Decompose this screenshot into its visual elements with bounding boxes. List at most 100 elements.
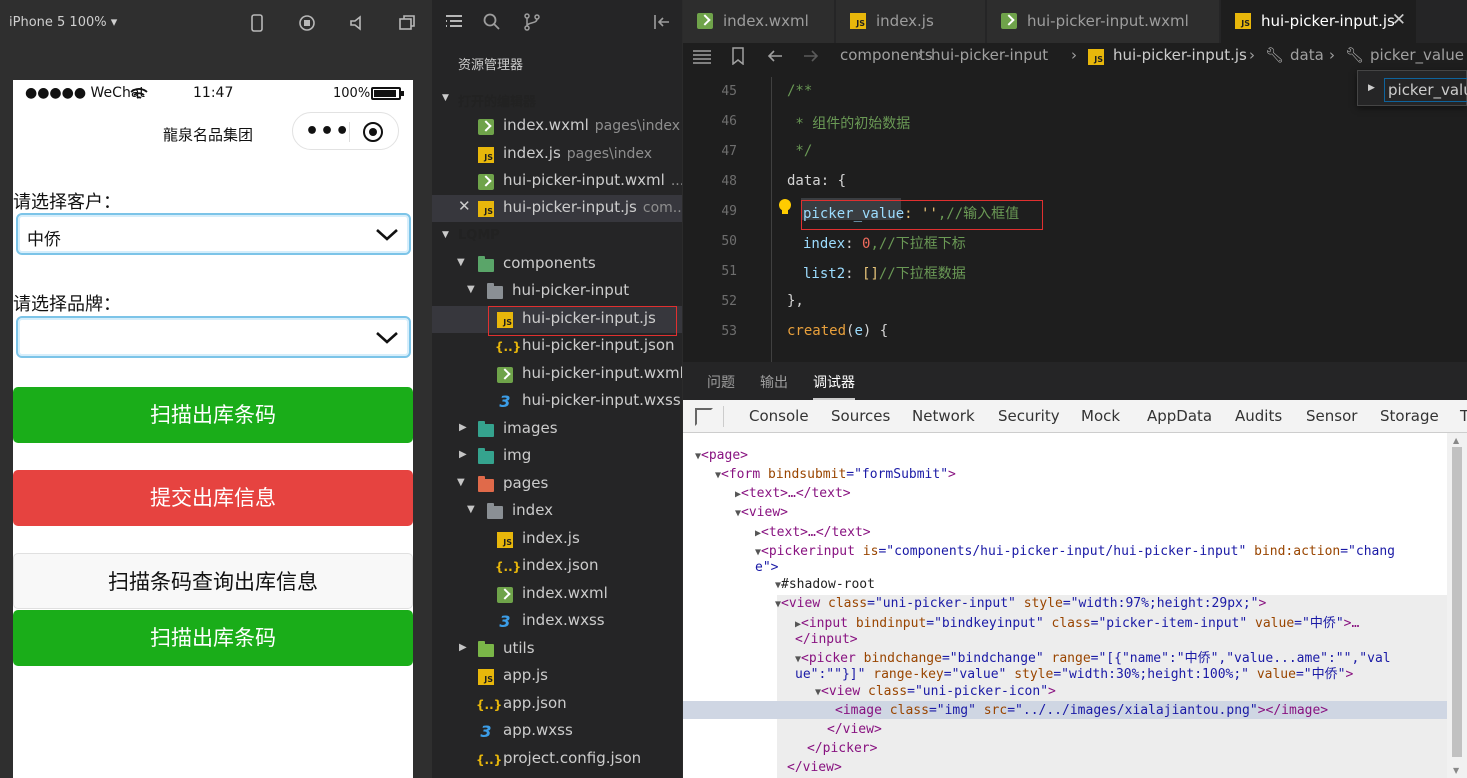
search-icon[interactable]	[482, 12, 502, 32]
lightbulb-icon[interactable]	[778, 199, 792, 217]
dom-node-pickerinput[interactable]: ▼<pickerinput is="components/hui-picker-…	[755, 543, 1395, 560]
inspect-element-icon[interactable]	[695, 408, 713, 426]
tree-folder-components[interactable]: ▼ components	[432, 251, 682, 278]
breadcrumb-item[interactable]: data	[1290, 46, 1324, 64]
collapsed-arrow-icon[interactable]: ▶	[459, 422, 467, 433]
back-arrow-icon[interactable]	[767, 49, 783, 63]
tree-folder-pages[interactable]: ▼ pages	[432, 471, 682, 498]
chevron-down-icon[interactable]	[375, 326, 399, 350]
dom-node-input[interactable]: ▶<input bindinput="bindkeyinput" class="…	[795, 615, 1359, 632]
breadcrumb-item[interactable]: picker_value	[1370, 46, 1464, 64]
expanded-arrow-icon[interactable]: ▼	[467, 504, 475, 515]
tree-folder-utils[interactable]: ▶ utils	[432, 636, 682, 663]
devtools-tab-security[interactable]: Security	[998, 407, 1060, 425]
code-area[interactable]: 45 /** 46 * 组件的初始数据 47 */ 48 data: { 49 …	[683, 77, 1467, 362]
collapse-panel-icon[interactable]	[652, 12, 672, 32]
project-header[interactable]: ▼ LQMP	[432, 223, 682, 249]
devtools-tab-storage[interactable]: Storage	[1380, 407, 1439, 425]
tree-file-index-json[interactable]: {..} index.json	[432, 553, 682, 580]
customer-picker-value[interactable]: 中侨	[27, 225, 61, 250]
scroll-up-icon[interactable]: ▲	[1453, 436, 1459, 445]
files-icon[interactable]	[444, 12, 464, 32]
dropdown-item[interactable]: picker_value	[1384, 78, 1467, 102]
tab-index-js[interactable]: JS index.js	[836, 0, 986, 43]
dom-node-text[interactable]: ▶<text>…</text>	[755, 524, 871, 541]
scan-out-button-2[interactable]: 扫描出库条码	[13, 610, 413, 666]
tree-folder-index[interactable]: ▼ index	[432, 498, 682, 525]
brand-picker[interactable]	[16, 316, 411, 358]
open-editor-item[interactable]: index.wxml pages\index	[432, 113, 682, 140]
devtools-tab-network[interactable]: Network	[912, 407, 975, 425]
tree-file-index-js[interactable]: JS index.js	[432, 526, 682, 553]
tab-output[interactable]: 输出	[760, 372, 788, 392]
devtools-tab-sources[interactable]: Sources	[831, 407, 890, 425]
source-control-icon[interactable]	[522, 12, 542, 32]
detach-window-icon[interactable]	[396, 12, 418, 34]
close-tab-icon[interactable]: ✕	[1392, 10, 1406, 30]
tree-file-hui-picker-input-wxml[interactable]: hui-picker-input.wxml	[432, 361, 682, 388]
open-editor-item[interactable]: hui-picker-input.wxml...	[432, 168, 682, 195]
tree-file-project-config[interactable]: {..} project.config.json	[432, 746, 682, 773]
elements-tree[interactable]: ▼<page> ▼<form bindsubmit="formSubmit"> …	[683, 433, 1447, 778]
chevron-down-icon[interactable]	[375, 223, 399, 247]
close-editor-icon[interactable]: ✕	[458, 197, 471, 215]
dom-node-text[interactable]: ▶<text>…</text>	[735, 485, 851, 502]
tree-file-app-json[interactable]: {..} app.json	[432, 691, 682, 718]
tree-folder-hui-picker-input[interactable]: ▼ hui-picker-input	[432, 278, 682, 305]
tree-file-index-wxss[interactable]: 3 index.wxss	[432, 608, 682, 635]
collapse-arrow-icon[interactable]: ▼	[442, 230, 449, 240]
tab-index-wxml[interactable]: index.wxml	[683, 0, 835, 43]
breadcrumb-item[interactable]: hui-picker-input.js	[1113, 46, 1247, 64]
scan-out-button[interactable]: 扫描出库条码	[13, 387, 413, 443]
tree-file-hui-picker-input-json[interactable]: {..} hui-picker-input.json	[432, 333, 682, 360]
tab-hui-picker-input-wxml[interactable]: hui-picker-input.wxml	[987, 0, 1220, 43]
tab-hui-picker-input-js[interactable]: JS hui-picker-input.js ✕	[1221, 0, 1417, 43]
dom-node-form[interactable]: ▼<form bindsubmit="formSubmit">	[715, 466, 956, 483]
phone-icon[interactable]	[246, 12, 268, 34]
collapse-arrow-icon[interactable]: ▼	[442, 93, 449, 103]
breadcrumb-item[interactable]: hui-picker-input	[931, 46, 1048, 64]
tree-file-hui-picker-input-wxss[interactable]: 3 hui-picker-input.wxss	[432, 388, 682, 415]
dom-node-view[interactable]: ▼<view class="uni-picker-input" style="w…	[775, 595, 1266, 612]
tree-file-app-js[interactable]: JS app.js	[432, 663, 682, 690]
submit-out-button[interactable]: 提交出库信息	[13, 470, 413, 526]
collapsed-arrow-icon[interactable]: ▶	[459, 449, 467, 460]
devtools-tab-more[interactable]: T	[1460, 407, 1467, 425]
dom-node-page[interactable]: ▼<page>	[695, 447, 748, 464]
tree-file-app-wxss[interactable]: 3 app.wxss	[432, 718, 682, 745]
expanded-arrow-icon[interactable]: ▼	[467, 284, 475, 295]
elements-scrollbar[interactable]: ▲ ▼	[1447, 433, 1467, 778]
capsule-menu[interactable]: •••	[292, 112, 399, 150]
record-icon[interactable]	[296, 12, 318, 34]
devtools-tab-mock[interactable]: Mock	[1081, 407, 1120, 425]
forward-arrow-icon[interactable]	[803, 49, 819, 63]
dom-node-view[interactable]: ▼<view class="uni-picker-icon">	[815, 683, 1056, 700]
customer-picker[interactable]: 中侨	[16, 213, 411, 255]
dom-shadow-root[interactable]: ▼#shadow-root	[775, 576, 875, 593]
device-selector[interactable]: iPhone 5 100% ▾	[9, 15, 117, 30]
scroll-down-icon[interactable]: ▼	[1453, 766, 1459, 775]
devtools-tab-sensor[interactable]: Sensor	[1306, 407, 1357, 425]
tab-problems[interactable]: 问题	[707, 372, 735, 392]
dom-node-image[interactable]: <image class="img" src="../../images/xia…	[835, 702, 1328, 719]
expanded-arrow-icon[interactable]: ▼	[457, 477, 465, 488]
dom-node-picker[interactable]: ▼<picker bindchange="bindchange" range="…	[795, 650, 1391, 667]
devtools-tab-console[interactable]: Console	[749, 407, 809, 425]
tree-folder-img[interactable]: ▶ img	[432, 443, 682, 470]
scroll-thumb[interactable]	[1452, 447, 1462, 757]
more-icon[interactable]: •••	[305, 119, 350, 144]
bookmark-icon[interactable]	[731, 47, 745, 65]
collapsed-arrow-icon[interactable]: ▶	[459, 642, 467, 653]
volume-icon[interactable]	[346, 12, 368, 34]
query-out-button[interactable]: 扫描条码查询出库信息	[13, 553, 413, 609]
devtools-tab-appdata[interactable]: AppData	[1147, 407, 1212, 425]
close-miniprogram-icon[interactable]	[363, 122, 383, 142]
tree-file-index-wxml[interactable]: index.wxml	[432, 581, 682, 608]
tree-folder-images[interactable]: ▶ images	[432, 416, 682, 443]
list-icon[interactable]	[693, 49, 711, 65]
open-editors-header[interactable]: ▼ 打开的编辑器	[432, 86, 682, 112]
tab-debugger[interactable]: 调试器	[813, 372, 855, 400]
open-editor-item-active[interactable]: ✕ JS hui-picker-input.js com...	[432, 195, 682, 222]
expanded-arrow-icon[interactable]: ▼	[457, 257, 465, 268]
open-editor-item[interactable]: JS index.js pages\index	[432, 141, 682, 168]
